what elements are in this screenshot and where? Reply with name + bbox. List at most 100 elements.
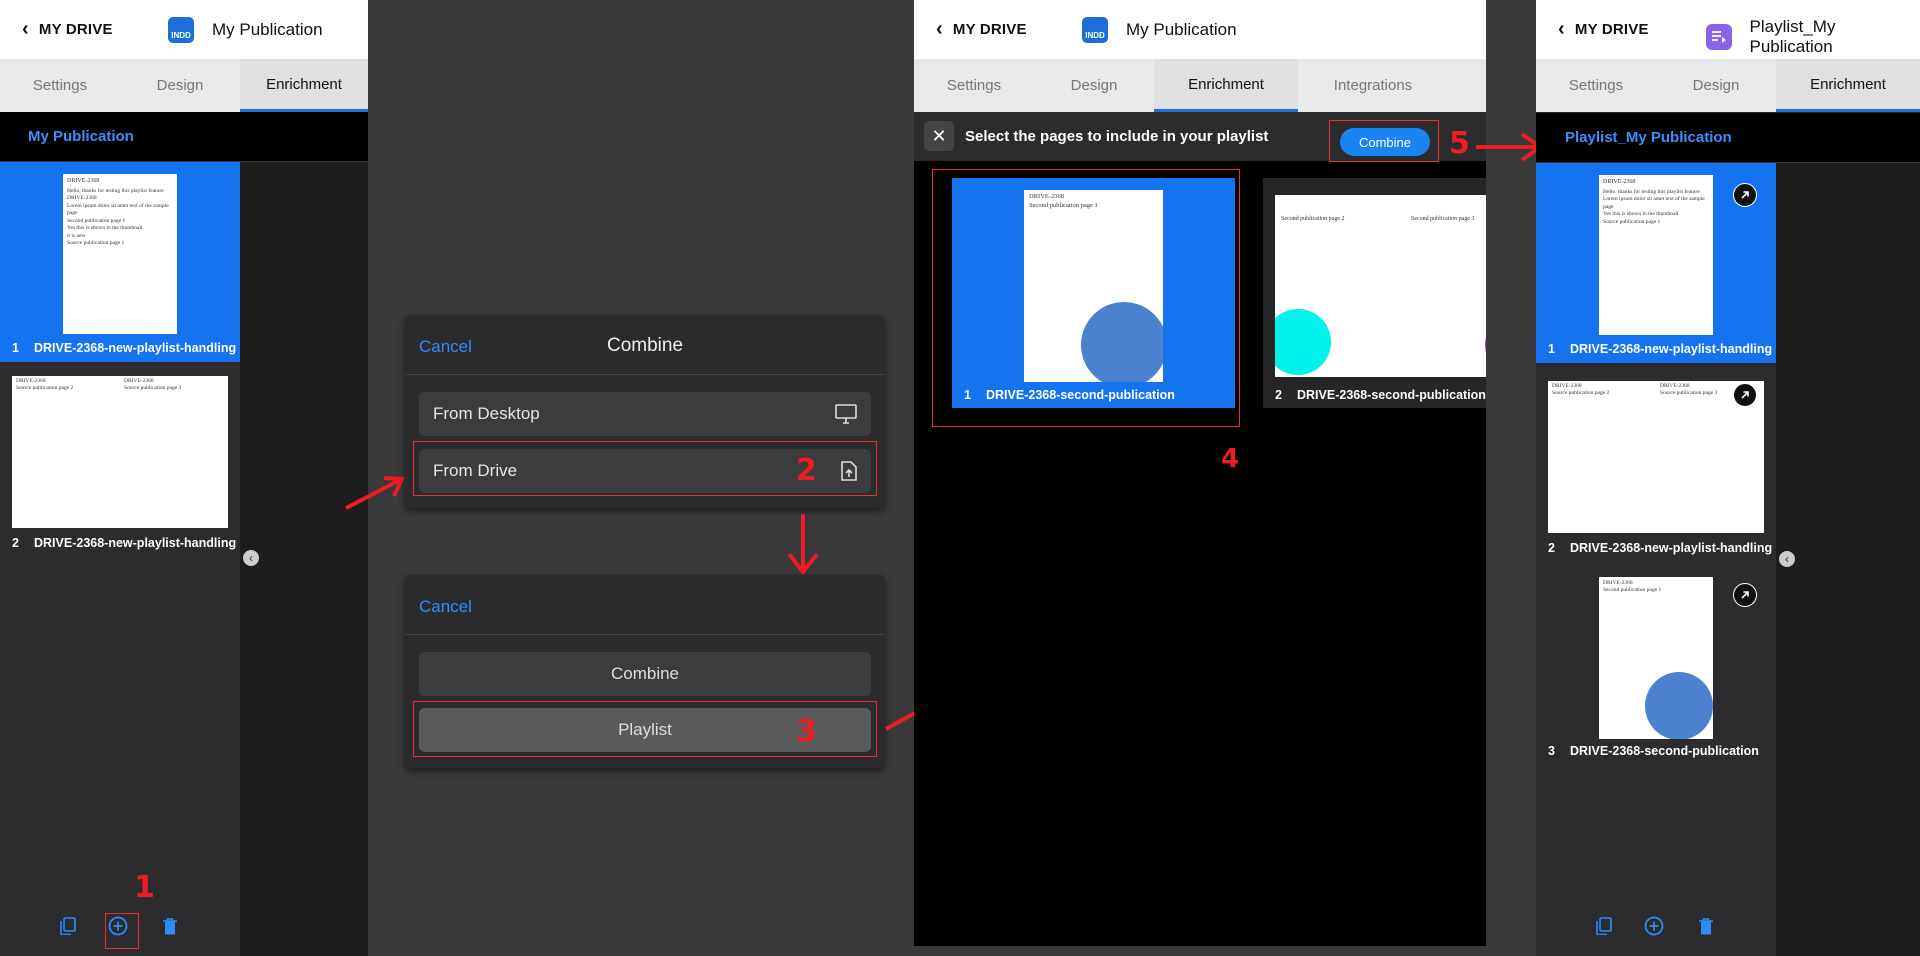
thumbnail-caption: 1 DRIVE-2368-new-playlist-handling xyxy=(1548,342,1772,356)
back-to-drive[interactable]: ‹ MY DRIVE xyxy=(22,17,113,40)
option-label: From Desktop xyxy=(433,404,540,423)
collapse-panel-icon[interactable]: ‹ xyxy=(243,550,259,566)
page-title: DRIVE-2368 xyxy=(67,178,100,184)
document-title-group: INDD My Publication xyxy=(168,17,323,43)
external-link-icon[interactable] xyxy=(1733,183,1757,207)
canvas-area xyxy=(1776,163,1920,956)
tab-settings[interactable]: Settings xyxy=(1536,59,1656,112)
step-number: 1 xyxy=(134,870,155,905)
page-text-right: Source publication page 3 xyxy=(124,385,182,391)
page-thumbnail: DRIVE-2368 Hello, thanks for testing thi… xyxy=(1599,175,1713,335)
close-icon[interactable]: ✕ xyxy=(924,121,954,151)
add-circle-icon[interactable] xyxy=(1644,915,1664,937)
back-label: MY DRIVE xyxy=(952,21,1027,38)
page-text-right: Source publication page 3 xyxy=(1660,390,1718,396)
publication-title-bar: Playlist_My Publication xyxy=(1536,113,1920,163)
thumbnail-item[interactable]: DRIVE-2368 Source publication page 2 DRI… xyxy=(1536,381,1776,571)
tab-design[interactable]: Design xyxy=(120,59,240,112)
thumbnail-column: DRIVE-2368 Hello, thanks for testing thi… xyxy=(0,162,240,956)
chevron-left-icon: ‹ xyxy=(22,17,29,40)
tab-bar: Settings Design Enrichment Integrations xyxy=(914,59,1486,112)
panel-my-publication: ‹ MY DRIVE INDD My Publication Settings D… xyxy=(0,0,368,956)
modal-title: Combine xyxy=(606,335,684,356)
arrow-right-icon xyxy=(345,476,406,510)
thumbnail-number: 3 xyxy=(1548,744,1555,758)
thumbnail-item[interactable]: DRIVE-2368 Second publication page 1 3 DR… xyxy=(1536,577,1776,767)
thumbnail-caption: 1 DRIVE-2368-new-playlist-handling xyxy=(12,341,236,355)
thumbnail-label: DRIVE-2368-new-playlist-handling xyxy=(1570,541,1773,555)
modal-header: Cancel Combine xyxy=(405,315,885,375)
publication-title: My Publication xyxy=(28,128,134,145)
tab-enrichment[interactable]: Enrichment xyxy=(1154,59,1298,112)
copy-icon[interactable] xyxy=(58,915,78,937)
card-number: 2 xyxy=(1275,388,1282,402)
copy-icon[interactable] xyxy=(1594,915,1614,937)
page-line: Second publication page 1 xyxy=(67,217,126,224)
document-title: Playlist_My Publication xyxy=(1749,17,1836,56)
page-text: Second publication page 1 xyxy=(1603,587,1662,593)
tab-bar: Settings Design Enrichment xyxy=(0,59,368,112)
chevron-left-icon: ‹ xyxy=(936,17,943,40)
back-label: MY DRIVE xyxy=(38,21,113,38)
from-desktop-button[interactable]: From Desktop xyxy=(419,392,871,436)
card-label: DRIVE-2368-second-publication xyxy=(1297,388,1486,402)
page-thumbnail: Second publication page 2 Second publica… xyxy=(1275,195,1486,377)
circle-graphic xyxy=(1645,672,1713,739)
thumbnail-caption: 3 DRIVE-2368-second-publication xyxy=(1548,744,1759,758)
thumbnail-column: DRIVE-2368 Hello, thanks for testing thi… xyxy=(1536,163,1776,956)
page-line: Source publication page 1 xyxy=(67,239,125,246)
thumbnail-label: DRIVE-2368-new-playlist-handling xyxy=(1570,342,1773,356)
thumbnail-item[interactable]: DRIVE-2368 Hello, thanks for testing thi… xyxy=(0,162,240,362)
page-line: Source publication page 1 xyxy=(1603,218,1661,225)
thumbnail-label: DRIVE-2368-new-playlist-handling xyxy=(34,341,237,355)
tab-integrations[interactable]: Integrations xyxy=(1298,59,1448,112)
card-caption: 2 DRIVE-2368-second-publication xyxy=(1275,388,1486,402)
indd-file-icon: INDD xyxy=(168,17,194,43)
document-title: My Publication xyxy=(212,20,323,39)
page-body: Hello, thanks for testing this playlist … xyxy=(1603,189,1709,226)
collapse-panel-icon[interactable]: ‹ xyxy=(1779,551,1795,567)
highlight-page-card xyxy=(932,169,1240,427)
back-to-drive[interactable]: ‹ MY DRIVE xyxy=(936,17,1027,40)
external-link-icon[interactable] xyxy=(1733,383,1757,407)
page-text-right: Second publication page 3 xyxy=(1411,216,1475,222)
combine-option-button[interactable]: Combine xyxy=(419,652,871,696)
canvas-area xyxy=(240,162,368,956)
tab-bar: Settings Design Enrichment xyxy=(1536,59,1920,112)
select-prompt: Select the pages to include in your play… xyxy=(965,128,1269,145)
page-text-left: Second publication page 2 xyxy=(1281,216,1345,222)
page-body: Hello, thanks for testing this playlist … xyxy=(67,188,173,247)
page-line: Hello, thanks for testing this playlist … xyxy=(67,188,164,194)
thumbnail-label: DRIVE-2368-new-playlist-handling xyxy=(34,536,237,550)
tab-settings[interactable]: Settings xyxy=(914,59,1034,112)
magenta-shape-graphic xyxy=(1485,319,1486,371)
thumbnail-item[interactable]: DRIVE-2368 Hello, thanks for testing thi… xyxy=(1536,163,1776,363)
step-number: 2 xyxy=(796,453,817,488)
top-bar: ‹ MY DRIVE INDD My Publication xyxy=(0,0,368,59)
thumbnail-item[interactable]: DRIVE-2368 Source publication page 2 DRI… xyxy=(0,376,240,566)
external-link-icon[interactable] xyxy=(1733,583,1757,607)
top-bar: ‹ MY DRIVE INDD My Publication xyxy=(914,0,1486,59)
page-title: DRIVE-2368 xyxy=(1603,179,1636,185)
tutorial-composite: ‹ MY DRIVE INDD My Publication Settings D… xyxy=(0,0,1920,956)
page-line: Lorem ipsum dolor sit amet text of the s… xyxy=(1603,196,1705,210)
highlight-add-button xyxy=(105,913,139,949)
thumbnail-number: 1 xyxy=(1548,342,1555,356)
tab-enrichment[interactable]: Enrichment xyxy=(1776,59,1920,112)
step-number: 3 xyxy=(796,714,817,749)
tab-enrichment[interactable]: Enrichment xyxy=(240,59,368,112)
cancel-link[interactable]: Cancel xyxy=(419,597,472,617)
back-to-drive[interactable]: ‹ MY DRIVE xyxy=(1558,17,1649,40)
thumbnail-label: DRIVE-2368-second-publication xyxy=(1570,744,1759,758)
tab-design[interactable]: Design xyxy=(1034,59,1154,112)
page-line: Yes this is shown in the thumbnail xyxy=(67,225,143,232)
trash-icon[interactable] xyxy=(1696,915,1716,937)
indd-file-icon: INDD xyxy=(1082,17,1108,43)
page-card[interactable]: Second publication page 2 Second publica… xyxy=(1263,178,1486,408)
tab-design[interactable]: Design xyxy=(1656,59,1776,112)
tab-settings[interactable]: Settings xyxy=(0,59,120,112)
chevron-left-icon: ‹ xyxy=(1558,17,1565,40)
trash-icon[interactable] xyxy=(160,915,180,937)
document-title-group: Playlist_My Publication xyxy=(1706,17,1920,57)
page-line: it is new xyxy=(67,232,86,239)
